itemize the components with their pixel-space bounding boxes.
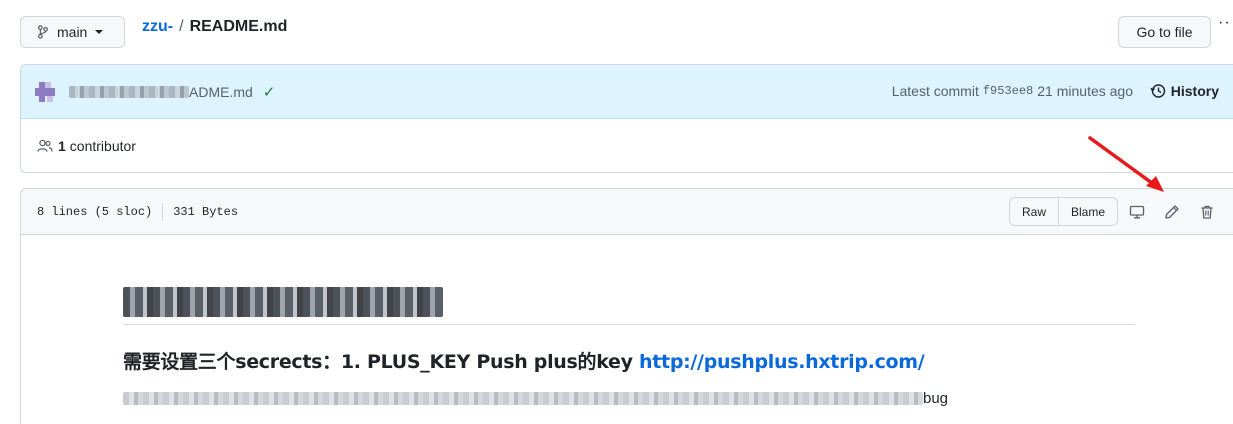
branch-name: main	[57, 24, 88, 40]
branch-select-button[interactable]: main	[20, 16, 125, 48]
breadcrumb-separator: /	[179, 18, 184, 35]
go-to-file-button[interactable]: Go to file	[1118, 16, 1211, 48]
check-icon: ✓	[262, 83, 276, 101]
caret-down-icon	[95, 30, 104, 34]
commit-sha[interactable]: f953ee8	[983, 84, 1033, 98]
history-icon	[1150, 84, 1165, 98]
contributor-count: 1	[58, 138, 66, 154]
commit-message[interactable]: ADME.md	[189, 84, 253, 100]
file-actions-group: Raw Blame	[1009, 197, 1119, 226]
history-label: History	[1170, 83, 1219, 99]
file-size: 331 Bytes	[173, 204, 239, 219]
subheading-text: 需要设置三个secrects：1. PLUS_KEY Push plus的key	[123, 351, 640, 373]
file-navigation: main zzu- / README.md Go to file ··	[0, 0, 1233, 64]
file-lines: 8 lines (5 sloc)	[37, 204, 153, 219]
pencil-icon[interactable]	[1162, 202, 1182, 222]
commit-meta: Latest commit f953ee8 21 minutes ago	[892, 83, 1133, 99]
annotation-arrow	[1088, 136, 1164, 192]
readme-content: 需要设置三个secrects：1. PLUS_KEY Push plus的key…	[123, 235, 1135, 407]
blame-button[interactable]: Blame	[1058, 198, 1117, 225]
repo-link[interactable]: zzu-	[142, 18, 173, 36]
readme-paragraph: bug	[123, 390, 1135, 407]
people-icon	[37, 139, 53, 152]
contributor-label: contributor	[69, 138, 136, 154]
latest-commit-label: Latest commit	[891, 83, 979, 99]
readme-heading	[123, 279, 1135, 325]
more-options-icon[interactable]: ··	[1218, 14, 1231, 32]
pushplus-link[interactable]: http://pushplus.hxtrip.com/	[639, 351, 925, 373]
contributors-row[interactable]: 1 contributor	[21, 119, 1233, 173]
paragraph-redacted	[123, 392, 923, 405]
commit-box: ADME.md ✓ Latest commit f953ee8 21 minut…	[20, 64, 1233, 173]
trash-icon[interactable]	[1197, 202, 1217, 222]
readme-subheading: 需要设置三个secrects：1. PLUS_KEY Push plus的key…	[123, 347, 1135, 374]
readme-title-redacted	[123, 286, 443, 317]
desktop-icon[interactable]	[1127, 202, 1147, 222]
raw-button[interactable]: Raw	[1010, 198, 1058, 225]
commit-time: 21 minutes ago	[1037, 83, 1133, 99]
avatar[interactable]	[33, 79, 57, 104]
breadcrumb: zzu- / README.md	[142, 18, 287, 36]
divider	[162, 202, 164, 221]
history-link[interactable]: History	[1150, 83, 1219, 99]
latest-commit-row: ADME.md ✓ Latest commit f953ee8 21 minut…	[21, 65, 1233, 119]
branch-icon	[38, 25, 48, 39]
paragraph-tail: bug	[923, 390, 949, 407]
file-box: 8 lines (5 sloc) 331 Bytes Raw Blame 需要设…	[20, 188, 1233, 424]
commit-author-redacted	[69, 85, 189, 98]
file-header: 8 lines (5 sloc) 331 Bytes Raw Blame	[21, 189, 1233, 235]
file-name: README.md	[189, 18, 288, 35]
